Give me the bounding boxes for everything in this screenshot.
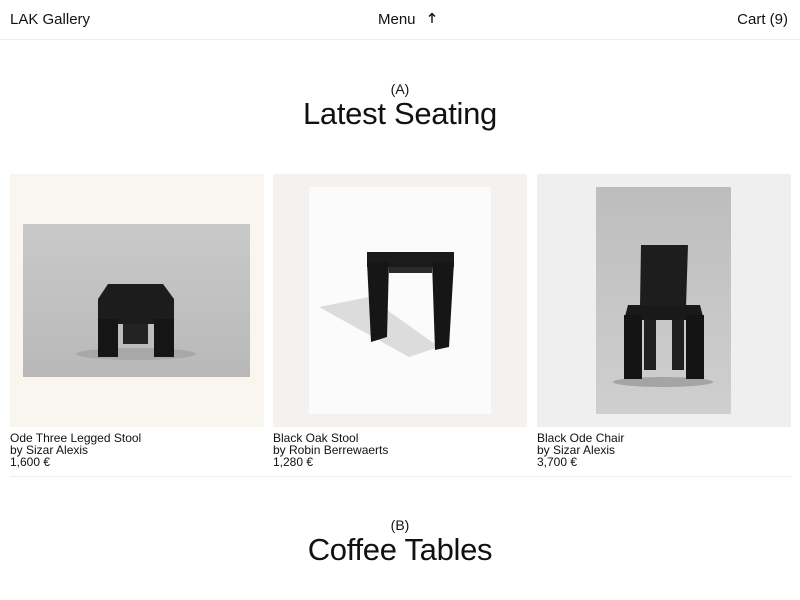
product-caption: Ode Three Legged Stool by Sizar Alexis 1… <box>10 432 264 468</box>
product-photo <box>309 187 491 414</box>
menu-label: Menu <box>378 11 416 28</box>
section-heading-coffee-tables: (B) Coffee Tables <box>0 517 800 567</box>
product-image-frame[interactable] <box>10 174 264 427</box>
product-card[interactable]: Black Ode Chair by Sizar Alexis 3,700 € <box>537 174 791 468</box>
product-photo <box>596 187 731 414</box>
section-divider <box>10 476 791 477</box>
site-logo[interactable]: LAK Gallery <box>10 11 90 28</box>
section-title: Coffee Tables <box>307 532 493 567</box>
section-letter: (A) <box>390 81 410 97</box>
site-header: LAK Gallery Menu Cart (9) <box>0 0 800 40</box>
section-heading-latest-seating: (A) Latest Seating <box>0 81 800 131</box>
section-letter: (B) <box>390 517 410 533</box>
arrow-up-icon <box>428 11 438 28</box>
stool-image <box>76 284 196 360</box>
product-caption: Black Oak Stool by Robin Berrewaerts 1,2… <box>273 432 527 468</box>
product-card[interactable]: Ode Three Legged Stool by Sizar Alexis 1… <box>10 174 264 468</box>
product-caption: Black Ode Chair by Sizar Alexis 3,700 € <box>537 432 791 468</box>
product-price: 3,700 € <box>537 455 578 469</box>
menu-button[interactable]: Menu <box>378 11 438 28</box>
product-image-frame[interactable] <box>537 174 791 427</box>
chair-image <box>613 245 713 387</box>
product-image-frame[interactable] <box>273 174 527 427</box>
cart-link[interactable]: Cart (9) <box>737 11 788 28</box>
product-price: 1,600 € <box>10 455 51 469</box>
stool-image <box>319 252 454 357</box>
product-price: 1,280 € <box>273 455 314 469</box>
section-title: Latest Seating <box>302 96 497 131</box>
product-card[interactable]: Black Oak Stool by Robin Berrewaerts 1,2… <box>273 174 527 468</box>
product-photo <box>23 224 250 377</box>
